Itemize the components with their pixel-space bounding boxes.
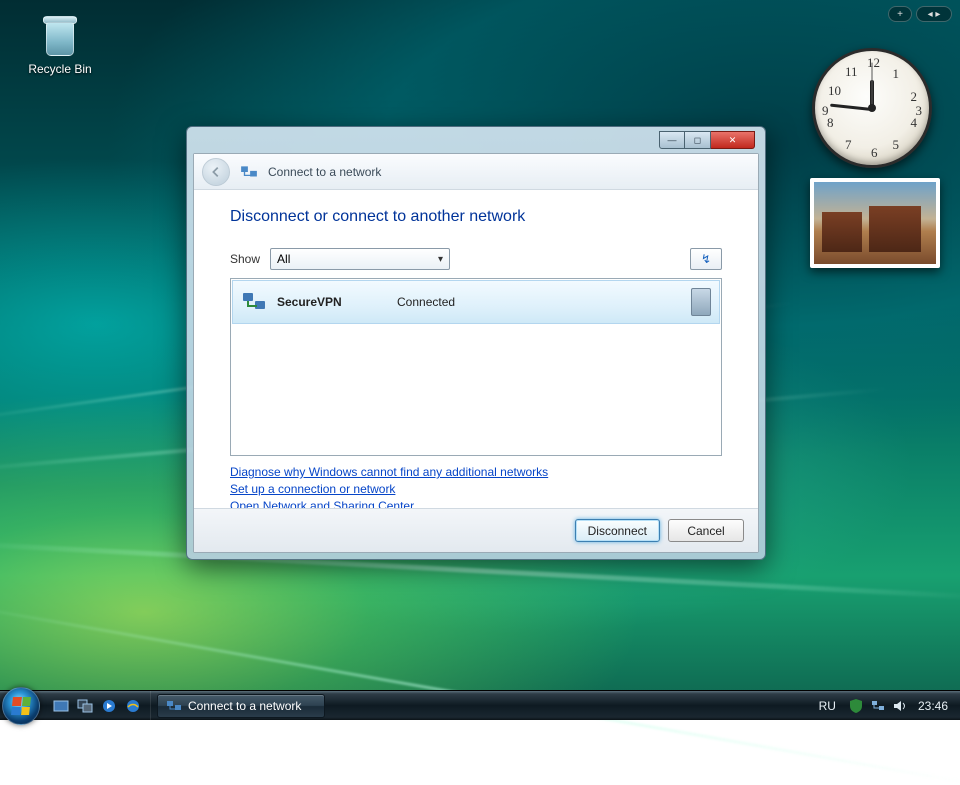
dialog-title: Connect to a network — [268, 165, 381, 179]
window-controls: — ◻ ✕ — [659, 131, 755, 149]
system-tray: RU 23:46 — [805, 691, 960, 720]
connect-network-window: — ◻ ✕ Connect to a network Disconnect or… — [186, 126, 766, 560]
switch-windows-button[interactable] — [74, 695, 96, 717]
show-desktop-button[interactable] — [50, 695, 72, 717]
volume-tray-icon[interactable] — [892, 698, 908, 714]
maximize-button[interactable]: ◻ — [685, 131, 711, 149]
taskbar-clock[interactable]: 23:46 — [914, 699, 952, 713]
network-tray-icon[interactable] — [870, 698, 886, 714]
recycle-bin-label: Recycle Bin — [20, 62, 100, 76]
taskbar-app-label: Connect to a network — [188, 699, 301, 713]
start-button[interactable] — [2, 687, 40, 725]
slideshow-gadget[interactable] — [810, 178, 940, 268]
network-row[interactable]: SecureVPN Connected — [232, 280, 720, 324]
back-button[interactable] — [202, 158, 230, 186]
ie-button[interactable] — [122, 695, 144, 717]
quick-launch — [44, 691, 151, 720]
refresh-button[interactable]: ↯ — [690, 248, 722, 270]
refresh-icon: ↯ — [701, 252, 711, 266]
network-status: Connected — [397, 295, 455, 309]
dialog-footer: Disconnect Cancel — [194, 508, 758, 552]
recycle-bin[interactable]: Recycle Bin — [20, 8, 100, 76]
show-dropdown-value: All — [277, 252, 290, 266]
clock-gadget[interactable]: 12 1 2 3 4 5 6 7 8 9 10 11 — [812, 48, 932, 168]
close-button[interactable]: ✕ — [711, 131, 755, 149]
connection-icon — [241, 289, 267, 315]
cancel-button[interactable]: Cancel — [668, 519, 744, 542]
sidebar-controls: + ◂ ▸ — [888, 6, 952, 22]
clock-face: 12 1 2 3 4 5 6 7 8 9 10 11 — [812, 48, 932, 168]
minimize-button[interactable]: — — [659, 131, 685, 149]
show-label: Show — [230, 252, 260, 266]
taskbar-app-button[interactable]: Connect to a network — [157, 694, 325, 718]
diagnose-link[interactable]: Diagnose why Windows cannot find any add… — [230, 464, 548, 481]
recycle-bin-icon — [36, 8, 84, 60]
show-dropdown[interactable]: All — [270, 248, 450, 270]
disconnect-button[interactable]: Disconnect — [575, 519, 660, 542]
server-icon — [691, 288, 711, 316]
network-icon — [166, 698, 182, 714]
network-icon — [240, 163, 258, 181]
security-tray-icon[interactable] — [848, 698, 864, 714]
sidebar-add-button[interactable]: + — [888, 6, 912, 22]
language-indicator[interactable]: RU — [813, 699, 842, 713]
taskbar: Connect to a network RU 23:46 — [0, 690, 960, 720]
setup-connection-link[interactable]: Set up a connection or network — [230, 481, 395, 498]
dialog-header: Connect to a network — [194, 154, 758, 190]
sidebar-nav-buttons[interactable]: ◂ ▸ — [916, 6, 952, 22]
windows-logo-icon — [11, 697, 31, 715]
network-name: SecureVPN — [277, 295, 387, 309]
network-list: SecureVPN Connected — [230, 278, 722, 456]
dialog-heading: Disconnect or connect to another network — [230, 208, 722, 226]
media-player-button[interactable] — [98, 695, 120, 717]
